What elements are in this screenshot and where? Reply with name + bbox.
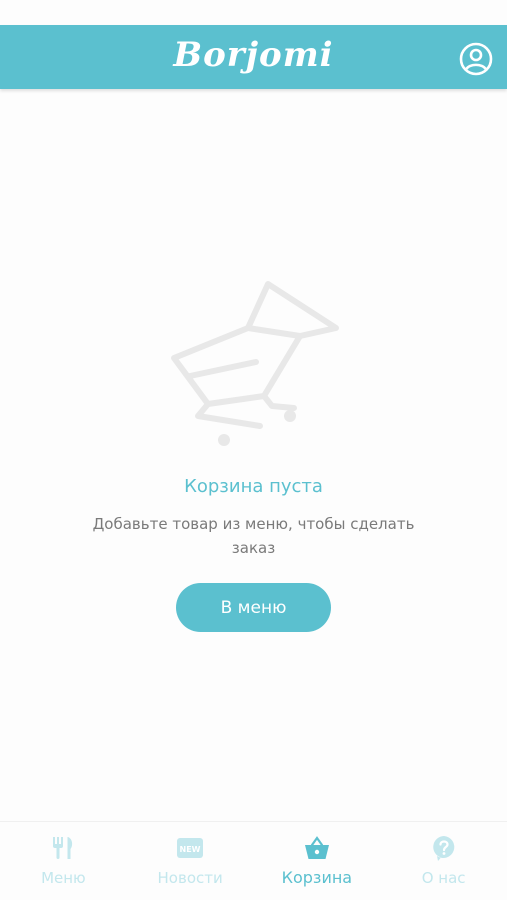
app-header: Borjomi [0, 25, 507, 89]
nav-item-news[interactable]: NEW Новости [127, 822, 254, 900]
question-bubble-icon [432, 836, 454, 861]
nav-label-cart: Корзина [281, 868, 353, 887]
nav-label-news: Новости [157, 869, 223, 887]
brand-logo: Borjomi [173, 35, 334, 75]
basket-icon [304, 836, 329, 859]
nav-item-menu[interactable]: Меню [0, 822, 127, 900]
fork-knife-icon [53, 837, 73, 859]
empty-cart-title: Корзина пуста [184, 476, 323, 497]
bottom-nav: Меню NEW Новости Корзина О нас [0, 821, 507, 900]
nav-item-about[interactable]: О нас [380, 822, 507, 900]
nav-label-menu: Меню [41, 869, 86, 887]
shopping-cart-icon [171, 281, 339, 446]
profile-button[interactable] [459, 42, 493, 76]
svg-text:NEW: NEW [180, 845, 201, 854]
go-to-menu-button[interactable]: В меню [176, 583, 331, 632]
nav-item-cart[interactable]: Корзина [254, 822, 381, 900]
nav-label-about: О нас [421, 869, 466, 887]
empty-cart-subtitle: Добавьте товар из меню, чтобы сделать за… [92, 515, 415, 557]
user-circle-icon [459, 42, 493, 76]
new-badge-icon: NEW [177, 838, 204, 858]
status-bar-area [0, 0, 507, 25]
